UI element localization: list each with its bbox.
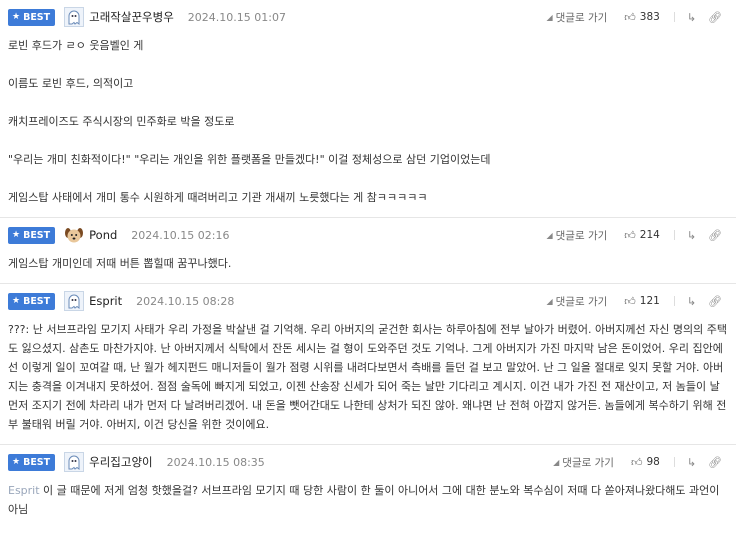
comment-header: ★ BEST Pond 2024.10.15 02:16 ◢ 댓글로 가기 👍︎ 21…: [0, 218, 736, 252]
comment-date: 2024.10.15 01:07: [187, 10, 286, 24]
nickname[interactable]: Esprit: [89, 294, 122, 308]
comment-date: 2024.10.15 08:28: [136, 294, 235, 308]
comment-list: ★ BEST 고래작살꾼우병우 2024.10.15 01:07 ◢ 댓글로 가기 …: [0, 0, 736, 529]
reply-arrow-icon: ◢: [546, 296, 553, 306]
dog-avatar[interactable]: [64, 225, 84, 245]
best-badge: ★ BEST: [8, 453, 56, 471]
ghost-icon: [68, 455, 80, 470]
ghost-avatar[interactable]: [64, 452, 85, 472]
thumbs-up-icon: 👍︎: [630, 455, 643, 469]
vote-count: 121: [639, 295, 660, 307]
link-icon[interactable]: 🔗︎: [708, 11, 722, 24]
reply-arrow-icon: ◢: [546, 230, 553, 240]
upvote-button[interactable]: 👍︎ 383: [624, 11, 660, 24]
star-icon: ★: [12, 456, 21, 467]
comment-line: 로빈 후드가 ㄹㅇ 웃음벨인 게: [8, 39, 144, 52]
nickname[interactable]: 우리집고양이: [89, 454, 152, 470]
comment-line: 이름도 로빈 후드, 의적이고: [8, 77, 134, 90]
star-icon: ★: [12, 295, 21, 306]
dog-icon: [65, 228, 84, 243]
vote-count: 98: [646, 456, 660, 468]
nickname[interactable]: 고래작살꾼우병우: [89, 9, 174, 25]
nickname[interactable]: Pond: [89, 228, 117, 242]
comment-item: ★ BEST 우리집고양이 2024.10.15 08:35 ◢ 댓글로 가기 👍︎…: [0, 445, 736, 529]
divider: [673, 12, 675, 22]
divider: [673, 230, 675, 240]
best-badge: ★ BEST: [8, 226, 56, 244]
best-badge: ★ BEST: [8, 292, 56, 310]
comment-date: 2024.10.15 08:35: [166, 455, 265, 469]
comment-actions: ◢ 댓글로 가기 👍︎ 214 ↳ 🔗︎: [546, 218, 722, 252]
reply-icon[interactable]: ↳: [687, 229, 696, 242]
comment-header: ★ BEST 고래작살꾼우병우 2024.10.15 01:07 ◢ 댓글로 가기 …: [0, 0, 736, 34]
vote-count: 383: [639, 11, 660, 23]
ghost-icon: [68, 294, 80, 309]
thumbs-up-icon: 👍︎: [624, 294, 636, 308]
reply-link[interactable]: ◢ 댓글로 가기: [546, 294, 607, 309]
upvote-button[interactable]: 👍︎ 121: [624, 295, 660, 308]
reply-arrow-icon: ◢: [553, 457, 560, 467]
vote-count: 214: [639, 229, 660, 241]
comment-text: ???: 난 서브프라임 모기지 사태가 우리 가정을 박살낸 걸 기억해. 우…: [8, 323, 727, 431]
star-icon: ★: [12, 11, 21, 22]
comment-body: 로빈 후드가 ㄹㅇ 웃음벨인 게 이름도 로빈 후드, 의적이고 캐치프레이즈도…: [0, 34, 736, 217]
comment-item: ★ BEST 고래작살꾼우병우 2024.10.15 01:07 ◢ 댓글로 가기 …: [0, 0, 736, 218]
comment-actions: ◢ 댓글로 가기 👍︎ 98 ↳ 🔗︎: [553, 445, 722, 479]
best-badge: ★ BEST: [8, 8, 56, 26]
comment-date: 2024.10.15 02:16: [131, 228, 230, 242]
reply-link[interactable]: ◢ 댓글로 가기: [546, 10, 607, 25]
ghost-icon: [68, 10, 80, 25]
comment-body: ???: 난 서브프라임 모기지 사태가 우리 가정을 박살낸 걸 기억해. 우…: [0, 318, 736, 444]
link-icon[interactable]: 🔗︎: [708, 456, 722, 469]
upvote-button[interactable]: 👍︎ 98: [631, 456, 660, 469]
upvote-button[interactable]: 👍︎ 214: [624, 229, 660, 242]
comment-header: ★ BEST Esprit 2024.10.15 08:28 ◢ 댓글로 가기 👍︎…: [0, 284, 736, 318]
comment-line: 게임스탑 개미인데 저때 버튼 뽑힐때 꿈꾸나했다.: [8, 257, 232, 270]
reply-icon[interactable]: ↳: [687, 11, 696, 24]
divider: [673, 457, 675, 467]
link-icon[interactable]: 🔗︎: [708, 229, 722, 242]
thumbs-up-icon: 👍︎: [624, 228, 636, 242]
thumbs-up-icon: 👍︎: [624, 10, 636, 24]
link-icon[interactable]: 🔗︎: [708, 295, 722, 308]
reply-link[interactable]: ◢ 댓글로 가기: [546, 228, 607, 243]
star-icon: ★: [12, 229, 21, 240]
divider: [673, 296, 675, 306]
comment-line: 캐치프레이즈도 주식시장의 민주화로 박을 정도로: [8, 115, 235, 128]
comment-body: 게임스탑 개미인데 저때 버튼 뽑힐때 꿈꾸나했다.: [0, 252, 736, 283]
comment-header: ★ BEST 우리집고양이 2024.10.15 08:35 ◢ 댓글로 가기 👍︎…: [0, 445, 736, 479]
ghost-avatar[interactable]: [64, 7, 85, 27]
ghost-avatar[interactable]: [64, 291, 85, 311]
mention-link[interactable]: Esprit: [8, 484, 40, 497]
reply-arrow-icon: ◢: [546, 12, 553, 22]
reply-icon[interactable]: ↳: [687, 456, 696, 469]
comment-line: "우리는 개미 친화적이다!" "우리는 개인을 위한 플랫폼을 만들겠다!" …: [8, 153, 491, 166]
comment-actions: ◢ 댓글로 가기 👍︎ 383 ↳ 🔗︎: [546, 0, 722, 34]
comment-text: Esprit 이 글 때문에 저게 엄청 핫했을걸? 서브프라임 모기지 때 당…: [8, 484, 720, 516]
comment-actions: ◢ 댓글로 가기 👍︎ 121 ↳ 🔗︎: [546, 284, 722, 318]
reply-link[interactable]: ◢ 댓글로 가기: [553, 455, 614, 470]
comment-item: ★ BEST Esprit 2024.10.15 08:28 ◢ 댓글로 가기 👍︎…: [0, 284, 736, 445]
comment-item: ★ BEST Pond 2024.10.15 02:16 ◢ 댓글로 가기 👍︎ 21…: [0, 218, 736, 284]
comment-body: Esprit 이 글 때문에 저게 엄청 핫했을걸? 서브프라임 모기지 때 당…: [0, 479, 736, 529]
reply-icon[interactable]: ↳: [687, 295, 696, 308]
comment-line: 게임스탑 사태에서 개미 통수 시원하게 때려버리고 기관 개새끼 노릇했다는 …: [8, 191, 428, 204]
